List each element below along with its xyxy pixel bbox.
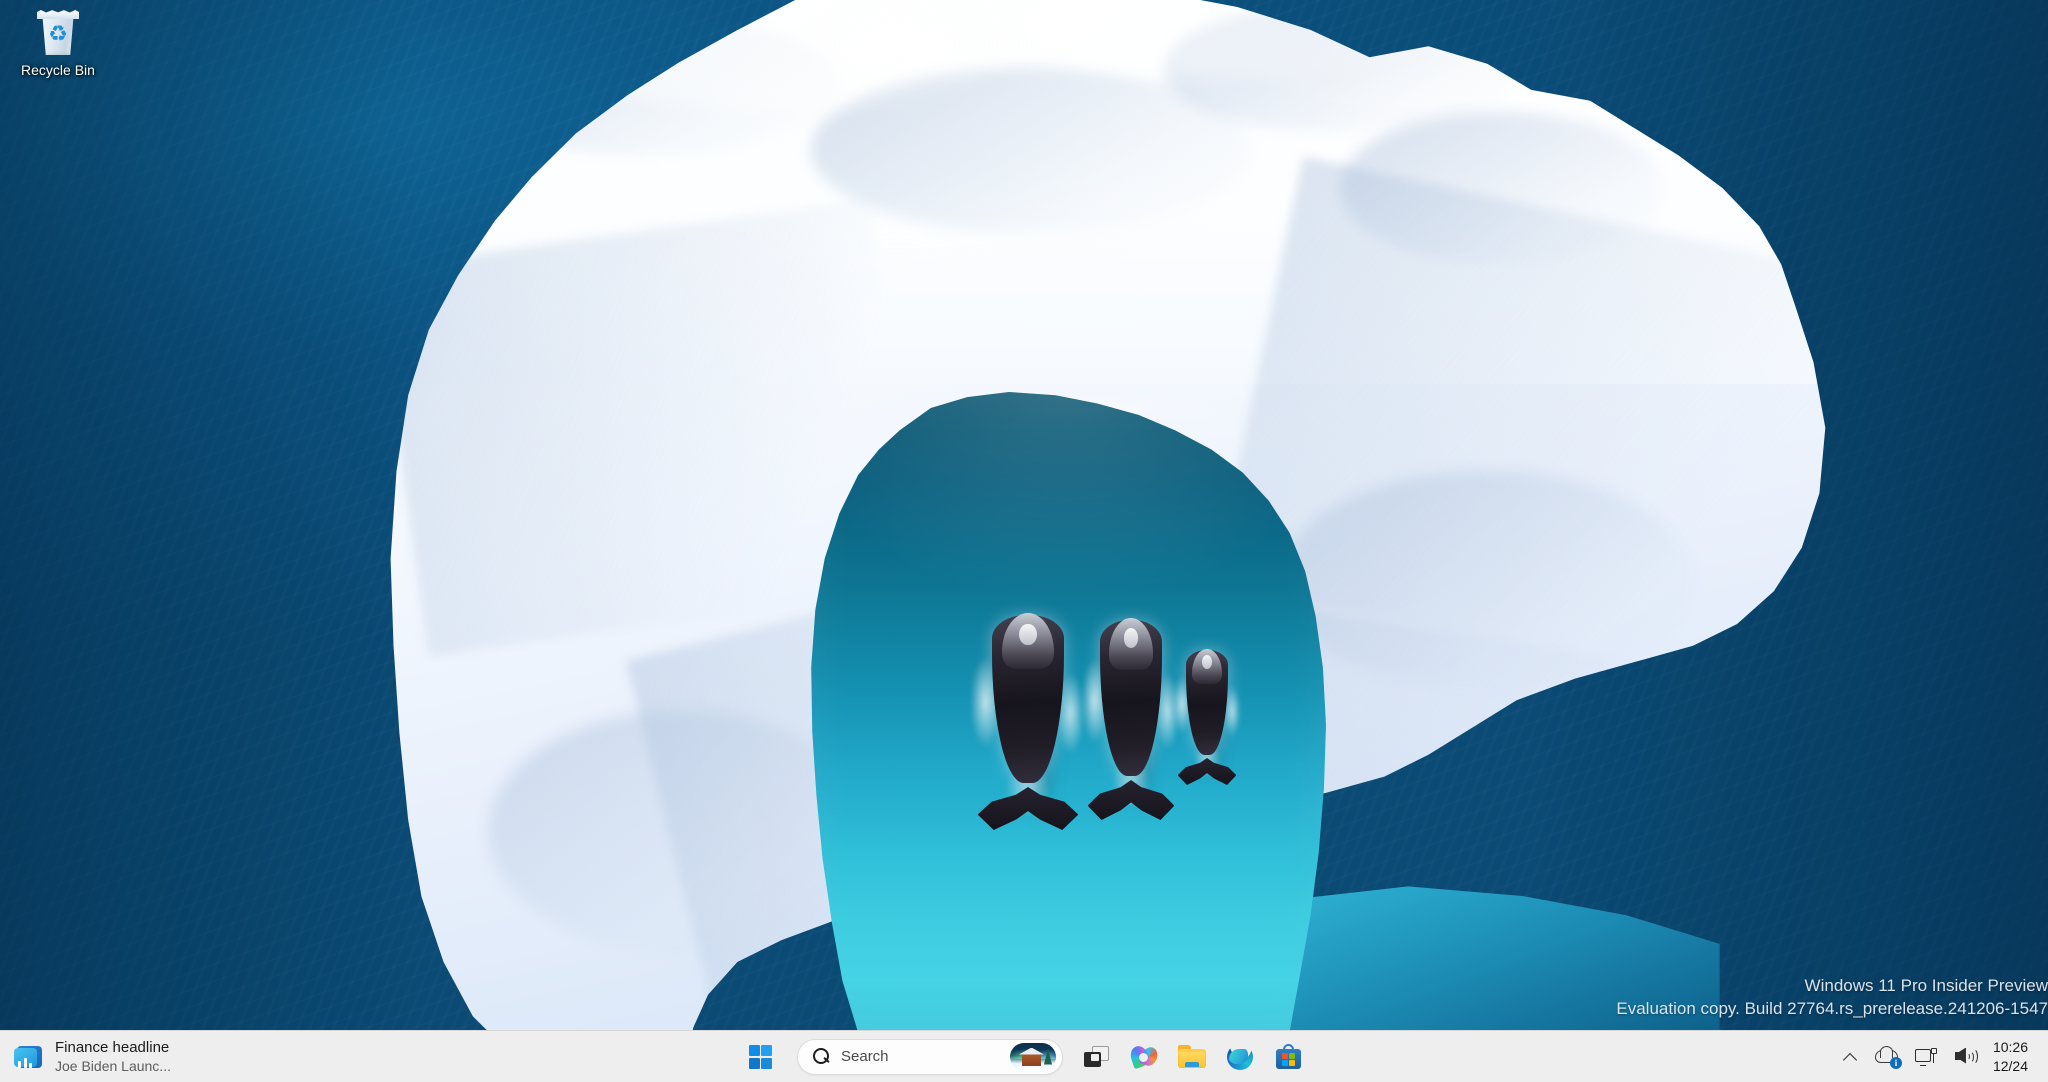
monitor-network-icon: [1914, 1047, 1939, 1067]
taskbar-center-cluster: Search: [736, 1031, 1312, 1082]
sound-wave: [1967, 1048, 1978, 1065]
task-view-square-front: [1083, 1052, 1101, 1067]
widget-bar: [18, 1060, 21, 1068]
recycle-bin-lip: [37, 10, 79, 19]
search-placeholder: Search: [841, 1048, 889, 1065]
task-view-icon: [1083, 1046, 1109, 1067]
windows-activation-watermark: Windows 11 Pro Insider Preview Evaluatio…: [1616, 974, 2048, 1020]
taskbar-clock[interactable]: 10:26 12/24: [1985, 1037, 2040, 1077]
clock-date: 12/24: [1992, 1057, 2028, 1074]
copilot-button[interactable]: [1120, 1035, 1168, 1079]
start-button[interactable]: [736, 1035, 784, 1079]
info-badge: i: [1889, 1056, 1902, 1069]
volume-tray-button[interactable]: [1947, 1037, 1983, 1077]
widget-bar: [29, 1062, 32, 1068]
snow-crag: [487, 711, 870, 951]
news-finance-icon: [14, 1042, 44, 1072]
onedrive-tray-button[interactable]: i: [1869, 1037, 1907, 1077]
microsoft-edge-button[interactable]: [1216, 1035, 1264, 1079]
taskbar: Finance headline Joe Biden Launc... Sear…: [0, 1030, 2048, 1082]
cloud-icon: i: [1874, 1045, 1902, 1069]
search-icon: [813, 1048, 830, 1065]
monitor-screen: [1914, 1048, 1931, 1062]
file-explorer-button[interactable]: [1168, 1035, 1216, 1079]
ocean-vignette-left: [0, 0, 420, 1030]
monitor-stand: [1919, 1062, 1926, 1066]
watermark-line-1: Windows 11 Pro Insider Preview: [1804, 976, 2048, 995]
recycle-arrows-icon: ♻: [48, 21, 68, 46]
desktop: ♻ Recycle Bin Windows 11 Pro Insider Pre…: [0, 0, 2048, 1082]
snow-crag: [1281, 471, 1693, 690]
chevron-up-icon: [1844, 1051, 1856, 1063]
network-tray-button[interactable]: [1909, 1037, 1945, 1077]
speaker-icon: [1953, 1047, 1978, 1067]
widgets-headline-title: Finance headline: [55, 1039, 170, 1056]
search-input[interactable]: Search: [797, 1038, 1063, 1075]
desktop-icon-label: Recycle Bin: [21, 62, 95, 78]
whale-medium: [1082, 618, 1180, 844]
windows-logo-icon: [748, 1045, 772, 1069]
store-bag-icon: [1275, 1044, 1301, 1069]
network-wire: [1932, 1053, 1935, 1063]
microsoft-store-button[interactable]: [1264, 1035, 1312, 1079]
edge-wave: [1229, 1048, 1248, 1064]
copilot-center: [1139, 1052, 1148, 1062]
whale-large: [971, 612, 1085, 856]
folder-strip: [1185, 1061, 1199, 1067]
search-thumbnail-image[interactable]: [1010, 1042, 1056, 1071]
task-view-button[interactable]: [1072, 1035, 1120, 1079]
system-tray: i 10:26 12/24: [1833, 1031, 2048, 1082]
copilot-icon: [1128, 1043, 1161, 1070]
widget-bar: [23, 1057, 27, 1068]
store-tiles: [1281, 1053, 1295, 1066]
whale-calf: [1174, 648, 1240, 802]
widgets-headline-subtitle: Joe Biden Launc...: [55, 1058, 171, 1074]
taskbar-widgets-button[interactable]: Finance headline Joe Biden Launc...: [0, 1031, 181, 1082]
show-hidden-icons-button[interactable]: [1833, 1037, 1867, 1077]
desktop-icon-recycle-bin[interactable]: ♻ Recycle Bin: [6, 6, 110, 78]
whale-blowhole: [1201, 655, 1213, 669]
recycle-bin-icon: ♻: [32, 6, 84, 58]
widgets-text: Finance headline Joe Biden Launc...: [55, 1038, 171, 1075]
clock-time: 10:26: [1992, 1038, 2028, 1055]
folder-icon: [1178, 1045, 1206, 1068]
watermark-line-2: Evaluation copy. Build 27764.rs_prerelea…: [1616, 999, 2048, 1018]
whale-blowhole: [1019, 623, 1037, 646]
widget-card-front: [14, 1047, 37, 1068]
desktop-wallpaper[interactable]: [0, 0, 2048, 1030]
edge-icon: [1227, 1037, 1256, 1070]
